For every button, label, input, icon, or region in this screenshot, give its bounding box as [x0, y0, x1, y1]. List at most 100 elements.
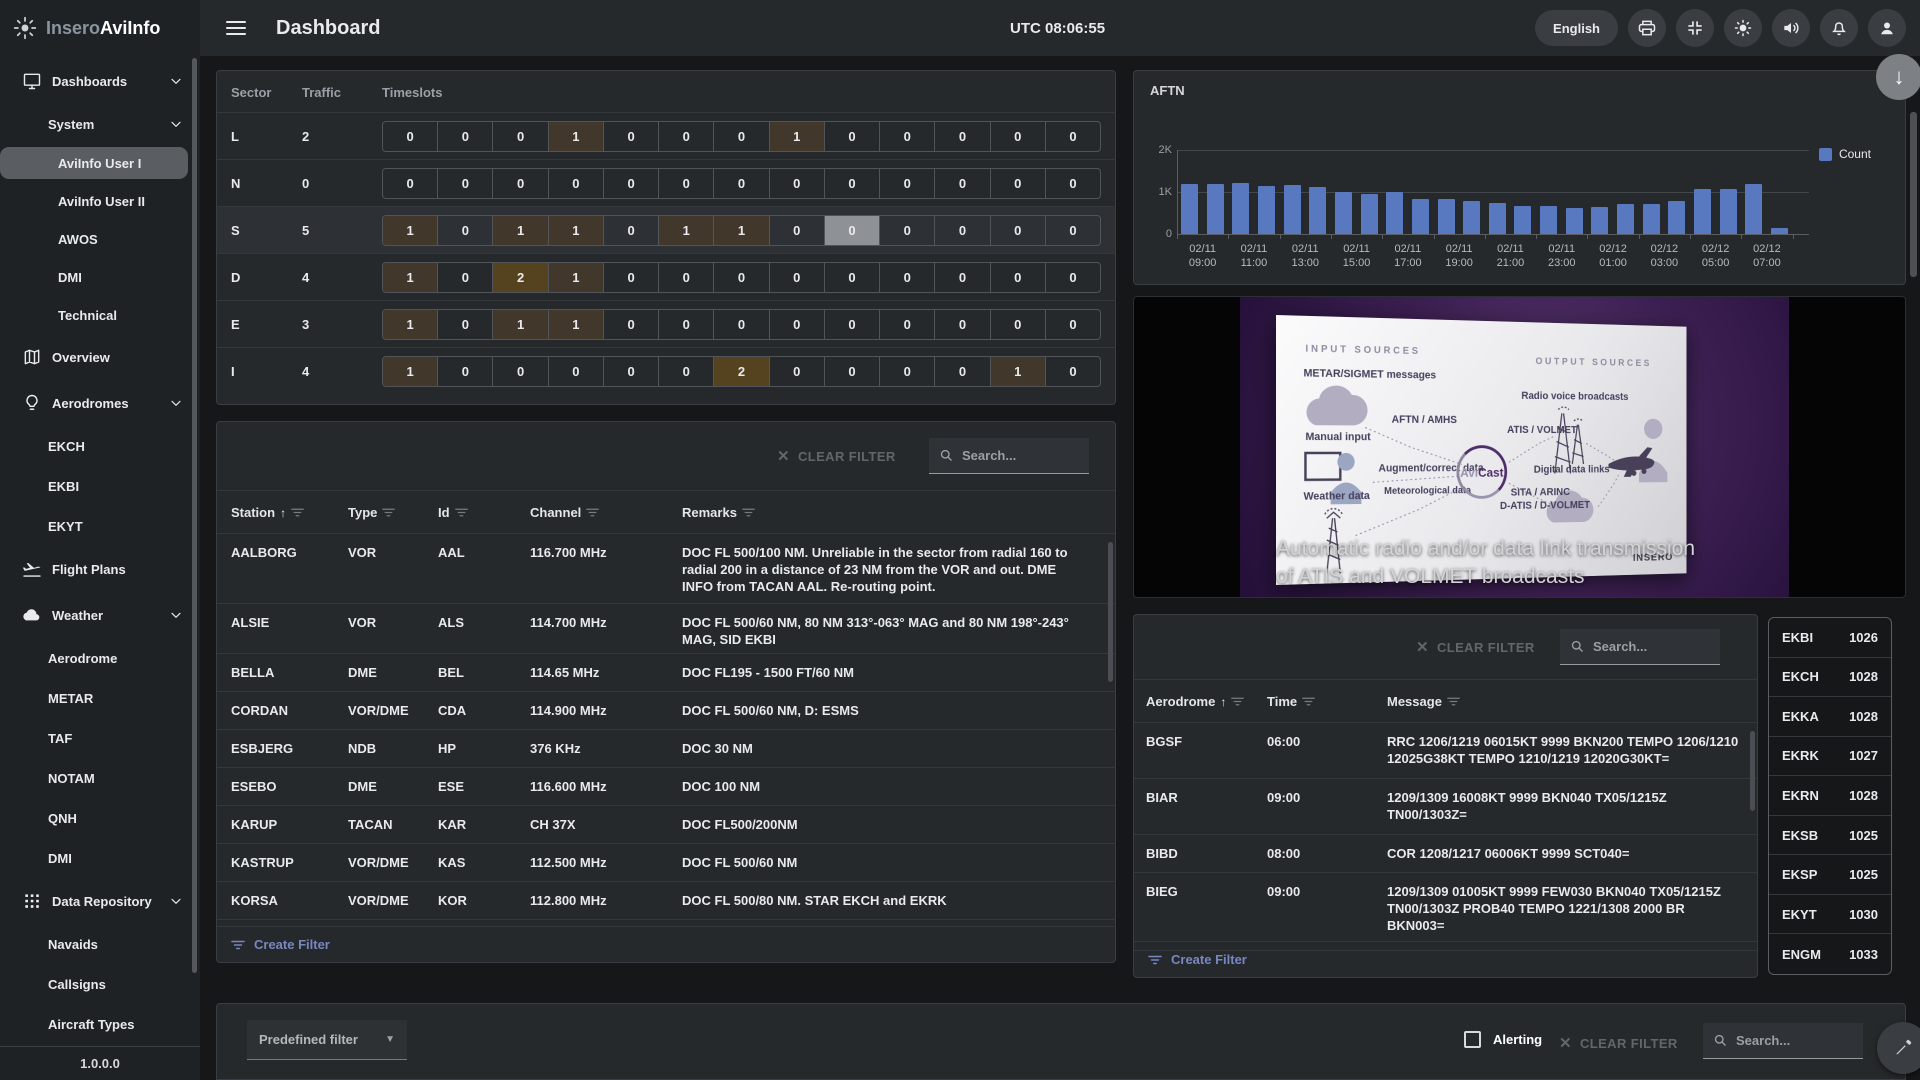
qnh-row-ekrk[interactable]: EKRK 1027: [1769, 737, 1891, 777]
sidebar-item-aircraft-types[interactable]: Aircraft Types: [0, 1004, 200, 1044]
table-row[interactable]: BIEG 09:00 1209/1309 01005KT 9999 FEW030 B…: [1134, 873, 1757, 951]
chart-bar[interactable]: [1411, 198, 1429, 234]
alerting-checkbox-row[interactable]: Alerting: [1464, 1031, 1542, 1048]
table-row[interactable]: BELLA DME BEL 114.65 MHz DOC FL195 - 1500 FT…: [217, 654, 1115, 692]
sector-row-n[interactable]: N00000000000000: [217, 160, 1115, 207]
timeslot-cell[interactable]: 0: [437, 357, 492, 386]
sector-row-l[interactable]: L20001000100000: [217, 113, 1115, 160]
timeslot-cell[interactable]: 0: [934, 122, 989, 151]
search-input[interactable]: [1593, 639, 1703, 654]
account-button[interactable]: [1868, 9, 1906, 47]
chart-bar[interactable]: [1642, 204, 1660, 234]
table-row[interactable]: ESBJERG NDB HP 376 KHz DOC 30 NM: [217, 730, 1115, 768]
timeslot-cell[interactable]: 0: [437, 122, 492, 151]
timeslot-cell[interactable]: 0: [823, 263, 879, 292]
timeslot-cell[interactable]: 0: [602, 310, 658, 339]
table-row[interactable]: ESEBO DME ESE 116.600 MHz DOC 100 NM: [217, 768, 1115, 806]
sidebar-item-dashboards[interactable]: Dashboards: [0, 58, 200, 104]
menu-icon[interactable]: [226, 21, 246, 35]
timeslot-cell[interactable]: 0: [602, 216, 658, 245]
column-header-channel[interactable]: Channel: [530, 505, 600, 520]
chart-bar[interactable]: [1463, 201, 1481, 234]
sidebar-item-ekyt[interactable]: EKYT: [0, 506, 200, 546]
timeslot-cell[interactable]: 2: [492, 263, 548, 292]
column-header-type[interactable]: Type: [348, 505, 396, 520]
timeslot-cell[interactable]: 0: [658, 169, 713, 198]
chart-bar[interactable]: [1386, 191, 1404, 234]
chart-bar[interactable]: [1360, 193, 1378, 234]
timeslot-cell[interactable]: 0: [437, 169, 492, 198]
chart-bar[interactable]: [1565, 207, 1583, 234]
table-row[interactable]: KARUP TACAN KAR CH 37X DOC FL500/200NM: [217, 806, 1115, 844]
sidebar-item-callsigns[interactable]: Callsigns: [0, 964, 200, 1004]
timeslot-cell[interactable]: 0: [879, 263, 934, 292]
timeslot-cell[interactable]: 0: [658, 122, 713, 151]
timeslot-cell[interactable]: 0: [989, 216, 1045, 245]
bottom-searchbox[interactable]: [1703, 1023, 1863, 1059]
timeslot-cell[interactable]: 0: [658, 357, 713, 386]
sidebar-item-metar[interactable]: METAR: [0, 678, 200, 718]
timeslot-cell[interactable]: 0: [823, 310, 879, 339]
sector-row-i[interactable]: I41000002000010: [217, 348, 1115, 395]
timeslot-cell[interactable]: 0: [768, 310, 824, 339]
timeslot-cell[interactable]: 1: [492, 310, 548, 339]
timeslot-cell[interactable]: 0: [823, 216, 880, 245]
predefined-filter-select[interactable]: Predefined filter ▼: [247, 1020, 407, 1060]
sidebar-item-aviinfo-user-ii[interactable]: AviInfo User II: [0, 182, 200, 220]
exit-fullscreen-button[interactable]: [1676, 9, 1714, 47]
theme-toggle-button[interactable]: [1724, 9, 1762, 47]
timeslot-cell[interactable]: 0: [823, 169, 879, 198]
timeslot-cell[interactable]: 0: [768, 263, 824, 292]
timeslot-cell[interactable]: 1: [547, 122, 603, 151]
sidebar-item-aerodrome[interactable]: Aerodrome: [0, 638, 200, 678]
timeslot-cell[interactable]: 1: [383, 310, 438, 339]
sidebar-item-flight-plans[interactable]: Flight Plans: [0, 546, 200, 592]
timeslot-cell[interactable]: 0: [383, 122, 437, 151]
timeslot-cell[interactable]: 0: [547, 357, 603, 386]
table-row[interactable]: KORSA VOR/DME KOR 112.800 MHz DOC FL 500/80 …: [217, 882, 1115, 920]
qnh-row-engm[interactable]: ENGM 1033: [1769, 934, 1891, 974]
column-header-aerodrome[interactable]: Aerodrome ↑: [1146, 694, 1245, 709]
timeslot-cell[interactable]: 0: [713, 263, 768, 292]
table-scrollbar[interactable]: [1750, 731, 1755, 811]
column-header-message[interactable]: Message: [1387, 694, 1460, 709]
language-button[interactable]: English: [1535, 10, 1618, 46]
chart-bar[interactable]: [1719, 189, 1737, 234]
column-header-station[interactable]: Station ↑: [231, 505, 304, 520]
table-searchbox[interactable]: [929, 438, 1089, 474]
qnh-row-ekbi[interactable]: EKBI 1026: [1769, 618, 1891, 658]
chart-bar[interactable]: [1591, 207, 1609, 234]
sidebar-item-notam[interactable]: NOTAM: [0, 758, 200, 798]
timeslot-cell[interactable]: 0: [768, 357, 824, 386]
sector-row-e[interactable]: E31011000000000: [217, 301, 1115, 348]
chart-bar[interactable]: [1770, 227, 1788, 234]
timeslot-cell[interactable]: 0: [989, 122, 1045, 151]
timeslot-cell[interactable]: 0: [1044, 263, 1100, 292]
alerting-checkbox[interactable]: [1464, 1031, 1481, 1048]
sidebar-item-qnh[interactable]: QNH: [0, 798, 200, 838]
timeslot-cell[interactable]: 0: [602, 169, 658, 198]
timeslot-cell[interactable]: 0: [437, 310, 492, 339]
timeslot-cell[interactable]: 1: [658, 216, 714, 245]
timeslot-cell[interactable]: 0: [879, 310, 934, 339]
timeslot-cell[interactable]: 0: [1044, 122, 1100, 151]
table-searchbox[interactable]: [1560, 629, 1720, 665]
timeslot-cell[interactable]: 0: [768, 216, 824, 245]
timeslot-cell[interactable]: 1: [383, 216, 438, 245]
clear-filter-button[interactable]: ✕ CLEAR FILTER: [1559, 1034, 1678, 1052]
timeslot-cell[interactable]: 0: [879, 122, 934, 151]
timeslot-cell[interactable]: 0: [658, 310, 713, 339]
timeslot-cell[interactable]: 0: [383, 169, 437, 198]
sidebar-scrollbar[interactable]: [192, 58, 197, 973]
timeslot-cell[interactable]: 0: [713, 169, 768, 198]
timeslot-cell[interactable]: 0: [934, 169, 989, 198]
timeslot-cell[interactable]: 0: [713, 310, 768, 339]
timeslot-cell[interactable]: 0: [823, 357, 879, 386]
sidebar-item-aerodromes[interactable]: Aerodromes: [0, 380, 200, 426]
timeslot-cell[interactable]: 0: [602, 263, 658, 292]
timeslot-cell[interactable]: 0: [437, 216, 492, 245]
download-button[interactable]: ↓: [1876, 54, 1920, 100]
table-row[interactable]: AALBORG VOR AAL 116.700 MHz DOC FL 500/100 N…: [217, 534, 1115, 604]
timeslot-cell[interactable]: 0: [492, 357, 547, 386]
search-input[interactable]: [962, 448, 1072, 463]
